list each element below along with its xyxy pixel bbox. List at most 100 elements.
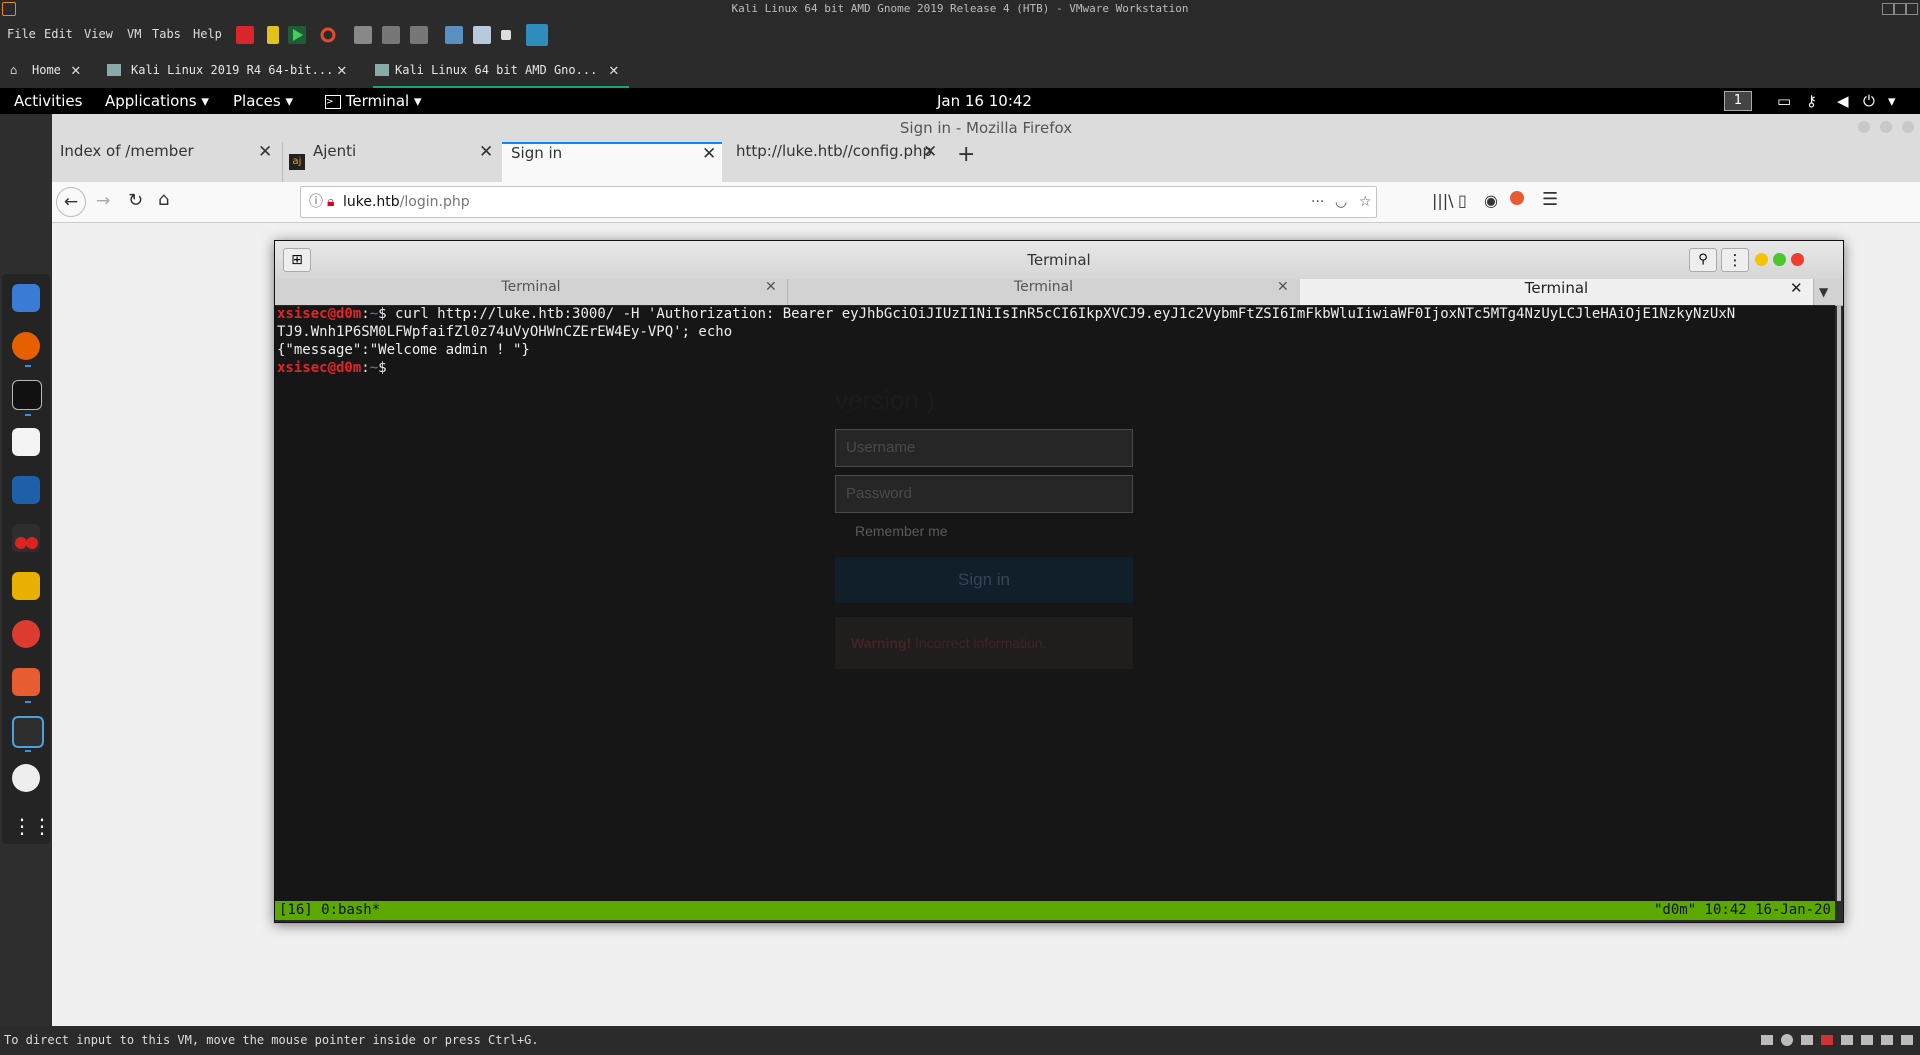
- maximize-button[interactable]: [1880, 121, 1892, 133]
- close-icon[interactable]: ✕: [337, 52, 347, 88]
- maximize-button[interactable]: [1894, 3, 1906, 15]
- reload-button[interactable]: ↻: [128, 190, 143, 211]
- screen-icon[interactable]: ▭: [1777, 92, 1791, 110]
- maximize-button[interactable]: [1773, 253, 1786, 266]
- maltego-icon[interactable]: [12, 572, 40, 600]
- vm-tab-kali-gnome[interactable]: Kali Linux 64 bit AMD Gno... ✕: [373, 52, 629, 88]
- minimize-button[interactable]: [1882, 3, 1894, 15]
- close-icon[interactable]: ✕: [765, 279, 777, 295]
- close-button[interactable]: [1791, 253, 1804, 266]
- key-icon[interactable]: ⚷: [1806, 92, 1817, 110]
- ff-tab-index-member[interactable]: Index of /member ✕: [60, 142, 280, 182]
- console-view-icon[interactable]: [473, 26, 491, 44]
- messages-icon[interactable]: [1901, 1035, 1913, 1045]
- reset-icon[interactable]: [319, 26, 337, 44]
- account-icon[interactable]: ◉: [1484, 191, 1498, 210]
- pause-icon[interactable]: [267, 26, 279, 44]
- close-button[interactable]: [1906, 3, 1918, 15]
- terminal-tab-1[interactable]: Terminal ✕: [275, 279, 788, 305]
- chrome-icon[interactable]: [12, 620, 40, 648]
- clock[interactable]: Jan 16 10:42: [937, 92, 1032, 110]
- tab-label: Terminal: [1524, 279, 1589, 297]
- printer-icon[interactable]: [1861, 1035, 1873, 1045]
- url-bar[interactable]: ⓘ 🔒︎ luke.htb/login.php ··· ◡ ☆: [300, 186, 1377, 218]
- home-button[interactable]: ⌂: [158, 189, 169, 210]
- close-icon[interactable]: ✕: [258, 142, 272, 162]
- info-icon[interactable]: ⓘ: [309, 187, 323, 217]
- forward-button[interactable]: →: [96, 191, 110, 211]
- places-menu[interactable]: Places ▾: [233, 92, 293, 110]
- terminal-output[interactable]: version ) Username Password Remember me …: [275, 305, 1835, 905]
- sound-icon[interactable]: [1841, 1035, 1853, 1045]
- close-icon[interactable]: ✕: [479, 142, 493, 162]
- library-icon[interactable]: |||\: [1432, 191, 1454, 210]
- tabs-dropdown-icon[interactable]: ▼: [1819, 279, 1828, 305]
- chevron-down-icon[interactable]: ▾: [1888, 92, 1896, 110]
- firefox-icon[interactable]: [12, 332, 40, 360]
- menu-tabs[interactable]: Tabs: [152, 27, 181, 41]
- power-off-icon[interactable]: [236, 26, 254, 44]
- power-icon[interactable]: ⏻: [1863, 92, 1875, 110]
- minimize-button[interactable]: [1755, 253, 1768, 266]
- new-tab-button[interactable]: +: [957, 142, 975, 182]
- terminal-app-menu[interactable]: > Terminal ▾: [325, 92, 422, 110]
- page-actions-icon[interactable]: ···: [1311, 187, 1324, 217]
- menu-file[interactable]: File: [7, 27, 36, 41]
- volume-icon[interactable]: ◀: [1837, 92, 1849, 110]
- hdd-icon[interactable]: [1761, 1035, 1773, 1045]
- search-icon[interactable]: ⚲: [1689, 248, 1717, 272]
- close-button[interactable]: [1902, 121, 1914, 133]
- pocket-icon[interactable]: ◡: [1335, 187, 1347, 217]
- close-icon[interactable]: ✕: [609, 52, 619, 88]
- cd-icon[interactable]: [1781, 1034, 1793, 1046]
- fullscreen-icon[interactable]: [526, 24, 548, 46]
- ff-tab-sign-in[interactable]: Sign in ✕: [502, 142, 722, 182]
- ff-tab-config[interactable]: http://luke.htb//config.php ✕: [727, 142, 942, 182]
- revert-snapshot-icon[interactable]: [382, 26, 400, 44]
- ff-tab-ajenti[interactable]: aj Ajenti ✕: [282, 142, 503, 182]
- unity-icon[interactable]: [501, 30, 511, 40]
- snapshot-manager-icon[interactable]: [410, 26, 428, 44]
- close-icon[interactable]: ✕: [1277, 279, 1289, 295]
- metasploit-icon[interactable]: [12, 476, 40, 504]
- menu-view[interactable]: View: [84, 27, 113, 41]
- cherrytree-icon[interactable]: [12, 524, 40, 552]
- usb-icon[interactable]: [1821, 1035, 1833, 1045]
- menu-edit[interactable]: Edit: [44, 27, 73, 41]
- menu-icon[interactable]: ⋮: [1721, 248, 1749, 272]
- applications-menu[interactable]: Applications ▾: [105, 92, 209, 110]
- display-icon[interactable]: [1881, 1035, 1893, 1045]
- network-tool-icon[interactable]: [12, 716, 44, 748]
- vm-tab-kali-2019[interactable]: Kali Linux 2019 R4 64-bit... ✕: [105, 52, 355, 88]
- library-icon[interactable]: [445, 26, 463, 44]
- files-icon[interactable]: [12, 284, 40, 312]
- scrollbar[interactable]: [1837, 305, 1841, 901]
- show-apps-icon[interactable]: ⋮⋮: [12, 812, 52, 840]
- close-icon[interactable]: ✕: [1790, 279, 1803, 297]
- text-editor-icon[interactable]: [12, 428, 40, 456]
- activities-button[interactable]: Activities: [14, 92, 82, 110]
- burpsuite-icon[interactable]: [12, 668, 40, 696]
- snapshot-icon[interactable]: [354, 26, 372, 44]
- hamburger-menu-icon[interactable]: ☰: [1542, 189, 1558, 210]
- sidebar-icon[interactable]: ▯: [1458, 191, 1467, 210]
- minimize-button[interactable]: [1858, 121, 1870, 133]
- terminal-icon[interactable]: [12, 380, 42, 410]
- menu-vm[interactable]: VM: [127, 27, 141, 41]
- close-icon[interactable]: ✕: [702, 144, 716, 164]
- password-field: Password: [835, 475, 1133, 513]
- terminal-tab-3[interactable]: Terminal ✕: [1300, 279, 1814, 305]
- close-icon[interactable]: ✕: [923, 142, 937, 162]
- disc-icon[interactable]: [12, 764, 40, 792]
- extension-icon[interactable]: [1510, 191, 1524, 205]
- close-icon[interactable]: ✕: [71, 52, 81, 88]
- terminal-tab-2[interactable]: Terminal ✕: [787, 279, 1301, 305]
- workspace-indicator[interactable]: 1: [1724, 91, 1752, 111]
- vm-tab-home[interactable]: ⌂ Home ✕: [8, 52, 88, 88]
- play-icon[interactable]: [288, 26, 306, 44]
- bookmark-star-icon[interactable]: ☆: [1359, 187, 1372, 217]
- back-button[interactable]: ←: [56, 187, 86, 217]
- network-icon[interactable]: [1801, 1035, 1813, 1045]
- menu-help[interactable]: Help: [193, 27, 222, 41]
- insecure-lock-icon[interactable]: 🔒︎: [327, 187, 334, 217]
